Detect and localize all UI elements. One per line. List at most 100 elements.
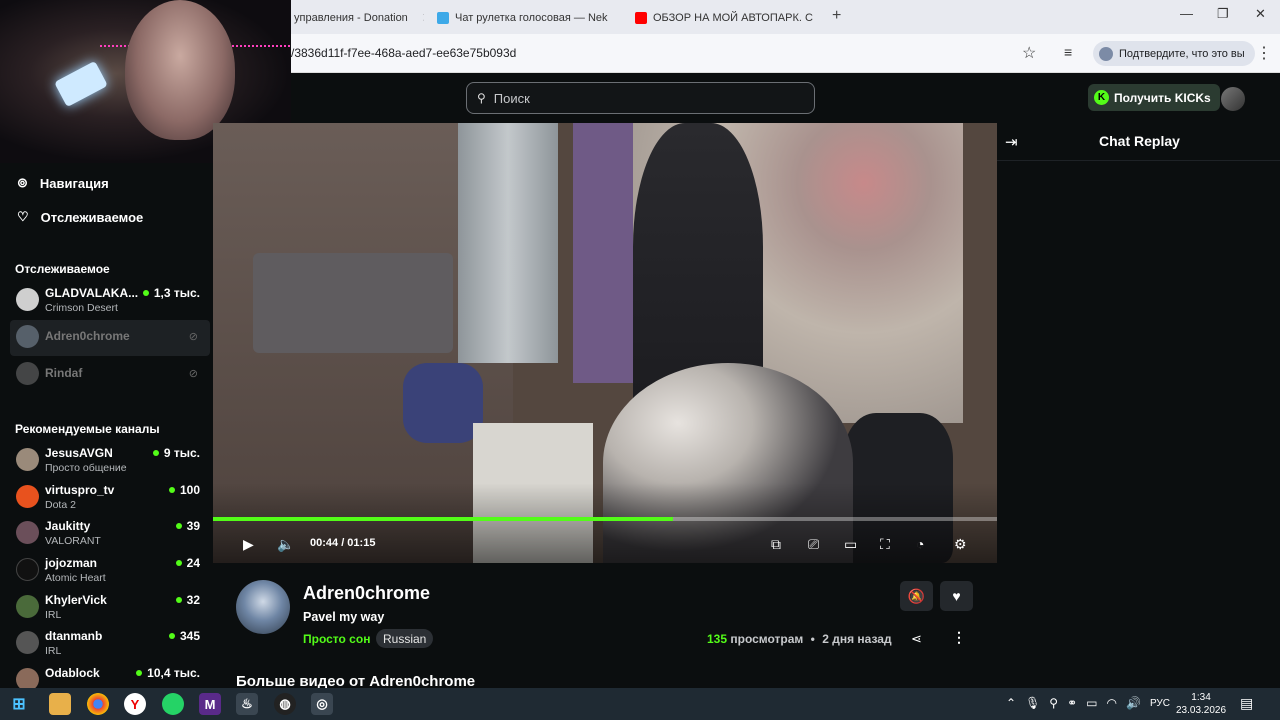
play-icon[interactable]: ▶ xyxy=(243,536,254,553)
channel-name: jojozman xyxy=(45,556,98,570)
tab-title: управления - Donation xyxy=(294,12,408,24)
recommended-section-title: Рекомендуемые каналы xyxy=(15,422,160,436)
seek-bar[interactable] xyxy=(213,517,997,521)
microphone-icon[interactable]: 🎙 xyxy=(1025,696,1040,710)
viewer-count-value: 345 xyxy=(179,629,200,643)
channel-name: virtuspro_tv xyxy=(45,483,115,497)
profile-verify-chip[interactable]: Подтвердите, что это вы xyxy=(1093,41,1255,66)
search-box[interactable]: ⚲ xyxy=(466,82,815,114)
viewer-count: 345 xyxy=(169,629,200,643)
viewer-count-value: 10,4 тыс. xyxy=(147,666,200,680)
video-scene-jacket xyxy=(403,363,483,443)
tab-title: Чат рулетка голосовая — Nek xyxy=(455,12,608,24)
clip-icon[interactable]: ⎚ xyxy=(808,536,819,553)
recommended-channel[interactable]: KhylerVick IRL 32 xyxy=(10,590,210,626)
viewer-count: 32 xyxy=(176,593,200,607)
offline-icon: ⊘ xyxy=(188,331,198,343)
close-window-icon[interactable]: ✕ xyxy=(1255,6,1266,22)
viewer-count: 100 xyxy=(169,483,200,497)
battery-icon[interactable]: ▭ xyxy=(1086,696,1097,710)
minimize-icon[interactable]: — xyxy=(1180,6,1193,21)
viewer-count-value: 9 тыс. xyxy=(163,446,200,460)
browser-tab-chat-roulette[interactable]: Чат рулетка голосовая — Nek ✕ xyxy=(437,7,622,29)
yandex-browser-icon[interactable]: Y xyxy=(124,693,146,715)
tray-chevron-icon[interactable]: ⌃ xyxy=(1006,696,1016,710)
viewer-count: 10,4 тыс. xyxy=(136,666,200,680)
bluetooth-icon[interactable]: ⚭ xyxy=(1067,696,1077,710)
offline-icon: ⊘ xyxy=(188,368,198,380)
notifications-off-button[interactable]: 🔕 xyxy=(900,581,933,611)
sidebar-nav-following[interactable]: ♡ Отслеживаемое xyxy=(17,209,143,225)
browser-menu-icon[interactable]: ⋮ xyxy=(1256,43,1272,63)
get-kicks-button[interactable]: K Получить KICKs xyxy=(1088,84,1220,111)
avatar xyxy=(16,595,39,618)
nav-label: Отслеживаемое xyxy=(40,209,144,225)
recommended-channel[interactable]: dtanmanb IRL 345 xyxy=(10,626,210,662)
nav-label: Навигация xyxy=(39,175,109,191)
notifications-icon[interactable]: ▤ xyxy=(1240,695,1253,712)
category-link[interactable]: Просто сон xyxy=(303,632,370,646)
language-indicator[interactable]: РУС xyxy=(1150,698,1170,709)
channel-avatar[interactable] xyxy=(236,580,290,634)
network-tray-icon[interactable]: ⚲ xyxy=(1049,696,1058,710)
kick-coin-icon: K xyxy=(1094,90,1109,105)
channel-name: JesusAVGN xyxy=(45,446,113,460)
chrome-icon[interactable] xyxy=(87,693,109,715)
volume-icon[interactable]: 🔈 xyxy=(277,536,294,553)
fullscreen-icon[interactable]: ⛶ xyxy=(880,536,890,553)
maximize-icon[interactable]: ❐ xyxy=(1217,6,1229,22)
steam-icon[interactable]: ♨ xyxy=(236,693,258,715)
theater-mode-icon[interactable]: ▭ xyxy=(844,536,857,553)
whatsapp-icon[interactable] xyxy=(162,693,184,715)
system-tray: ⌃ 🎙 ⚲ ⚭ ▭ ◠ 🔊 РУС xyxy=(1006,696,1170,710)
tab-title: ОБЗОР НА МОЙ АВТОПАРК. С xyxy=(653,12,813,24)
recommended-channel[interactable]: JesusAVGN Просто общение 9 тыс. xyxy=(10,443,210,479)
viewer-count-value: 1,3 тыс. xyxy=(153,286,200,300)
channel-name[interactable]: Adren0chrome xyxy=(303,583,430,604)
settings-gear-icon[interactable]: ⚙ xyxy=(954,536,967,553)
url-field[interactable]: /3836d11f-f7ee-468a-aed7-ee63e75b093d xyxy=(291,46,516,60)
search-icon: ⚲ xyxy=(477,91,486,105)
mini-player-icon[interactable]: ⧉ xyxy=(771,536,781,553)
more-options-icon[interactable]: ⋮ xyxy=(952,629,966,646)
recommended-channel[interactable]: Odablock 10,4 тыс. xyxy=(10,663,210,688)
follow-button[interactable]: ♥ xyxy=(940,581,973,611)
following-channel[interactable]: Adren0chrome ⊘ xyxy=(10,320,210,356)
recommended-channel[interactable]: Jaukitty VALORANT 39 xyxy=(10,516,210,552)
tab-favicon-icon xyxy=(437,12,449,24)
windows-start-icon[interactable]: ⊞ xyxy=(8,693,30,715)
windows-taskbar: ⊞ Y M ♨ ◍ ◎ ⌃ 🎙 ⚲ ⚭ ▭ ◠ 🔊 РУС 1:34 23.03… xyxy=(0,688,1280,720)
following-channel[interactable]: Rindaf ⊘ xyxy=(10,357,210,393)
video-player[interactable]: ▶ 🔈 00:44 / 01:15 ⧉ ⎚ ▭ ⛶ ◔ ⚙ xyxy=(213,123,997,563)
channel-category: Dota 2 xyxy=(45,499,76,511)
twitch-studio-icon[interactable]: M xyxy=(199,693,221,715)
chrome-active-icon[interactable]: ◎ xyxy=(311,693,333,715)
user-avatar[interactable] xyxy=(1221,87,1245,111)
share-icon[interactable]: ⋖ xyxy=(911,631,922,647)
close-tab-icon[interactable]: ✕ xyxy=(422,10,424,26)
language-tag[interactable]: Russian xyxy=(376,629,434,648)
playback-speed-icon[interactable]: ◔ xyxy=(916,536,924,552)
sidebar-nav-navigation[interactable]: ⊚ Навигация xyxy=(17,175,109,191)
new-tab-icon[interactable]: + xyxy=(832,7,841,25)
channel-name: KhylerVick xyxy=(45,593,107,607)
wifi-icon[interactable]: ◠ xyxy=(1107,696,1117,710)
bookmark-star-icon[interactable]: ☆ xyxy=(1022,43,1036,63)
verify-label: Подтвердите, что это вы xyxy=(1119,47,1245,60)
viewer-count: 9 тыс. xyxy=(153,446,200,460)
search-input[interactable] xyxy=(493,90,794,106)
file-explorer-icon[interactable] xyxy=(49,693,71,715)
recommended-channel[interactable]: virtuspro_tv Dota 2 100 xyxy=(10,480,210,516)
obs-icon[interactable]: ◍ xyxy=(274,693,296,715)
browser-tab-donation[interactable]: управления - Donation ✕ xyxy=(294,7,424,29)
viewer-count-value: 100 xyxy=(179,483,200,497)
channel-name: GLADVALAKA... xyxy=(45,286,139,300)
browser-tab-youtube[interactable]: ОБЗОР НА МОЙ АВТОПАРК. С ✕ xyxy=(635,7,820,29)
collapse-chat-icon[interactable]: ⇥ xyxy=(1005,133,1018,151)
media-control-icon[interactable]: ≡ xyxy=(1064,44,1072,60)
recommended-channel[interactable]: jojozman Atomic Heart 24 xyxy=(10,553,210,589)
system-clock[interactable]: 1:34 23.03.2026 xyxy=(1176,691,1226,717)
view-count: 135 xyxy=(707,632,728,646)
following-channel[interactable]: GLADVALAKA... Crimson Desert 1,3 тыс. xyxy=(10,283,210,319)
speaker-icon[interactable]: 🔊 xyxy=(1126,696,1141,710)
